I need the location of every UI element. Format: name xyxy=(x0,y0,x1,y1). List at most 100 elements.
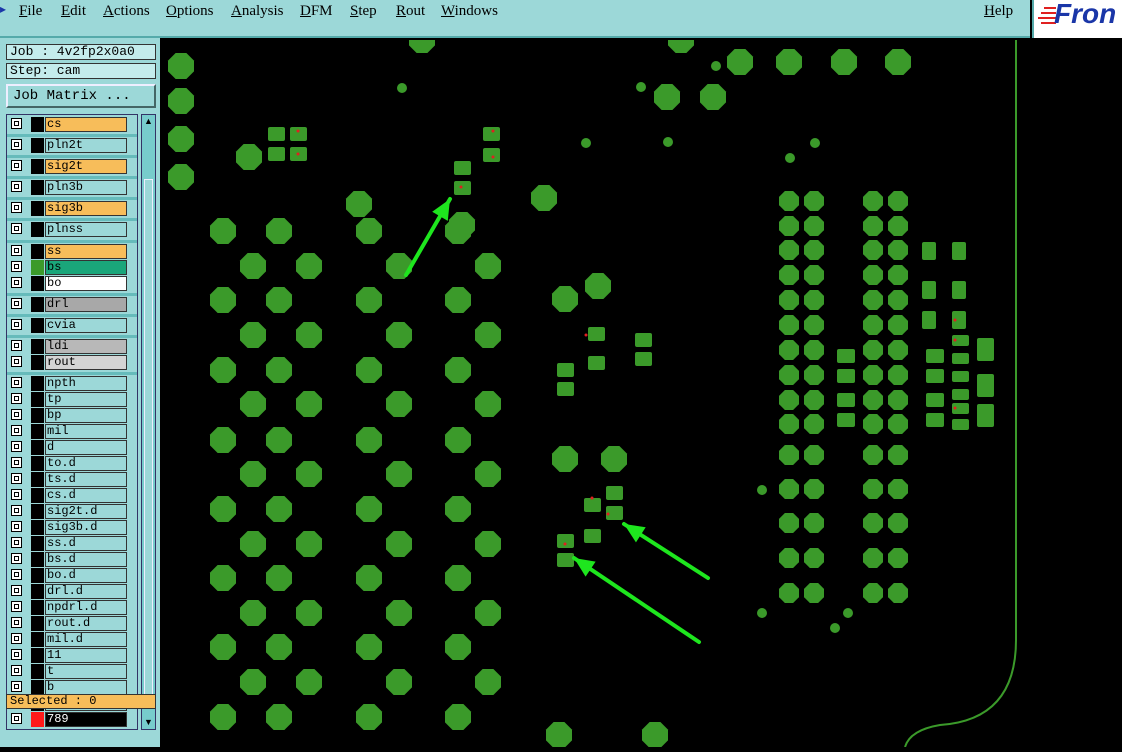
layer-name[interactable]: to.d xyxy=(45,456,127,471)
layer-color-swatch[interactable] xyxy=(31,201,44,216)
layer-row-789[interactable]: 789 xyxy=(7,712,137,727)
layer-color-swatch[interactable] xyxy=(31,244,44,259)
layer-row-d[interactable]: d xyxy=(7,440,137,455)
layer-row-bs[interactable]: bs xyxy=(7,260,137,275)
layer-row-npdrl-d[interactable]: npdrl.d xyxy=(7,600,137,615)
layer-checkbox[interactable] xyxy=(11,681,22,692)
layer-name[interactable]: cs xyxy=(45,117,127,132)
layer-row-to-d[interactable]: to.d xyxy=(7,456,137,471)
layer-row-cs-d[interactable]: cs.d xyxy=(7,488,137,503)
layer-name[interactable]: cs.d xyxy=(45,488,127,503)
layer-name[interactable]: mil.d xyxy=(45,632,127,647)
layer-checkbox[interactable] xyxy=(11,601,22,612)
layer-name[interactable]: sig3b.d xyxy=(45,520,127,535)
layer-row-sig2t-d[interactable]: sig2t.d xyxy=(7,504,137,519)
layer-checkbox[interactable] xyxy=(11,277,22,288)
layer-row-sig3b[interactable]: sig3b xyxy=(7,201,137,216)
layer-name[interactable]: npdrl.d xyxy=(45,600,127,615)
layer-checkbox[interactable] xyxy=(11,489,22,500)
layer-checkbox[interactable] xyxy=(11,649,22,660)
layer-name[interactable]: ldi xyxy=(45,339,127,354)
layer-checkbox[interactable] xyxy=(11,521,22,532)
layer-row-t[interactable]: t xyxy=(7,664,137,679)
layer-color-swatch[interactable] xyxy=(31,180,44,195)
scroll-down-icon[interactable]: ▼ xyxy=(143,717,154,728)
menu-dfm[interactable]: DFM xyxy=(300,3,333,20)
layer-name[interactable]: ss xyxy=(45,244,127,259)
layer-color-swatch[interactable] xyxy=(31,616,44,631)
layer-color-swatch[interactable] xyxy=(31,260,44,275)
layer-checkbox[interactable] xyxy=(11,713,22,724)
layer-checkbox[interactable] xyxy=(11,553,22,564)
layer-row-sig2t[interactable]: sig2t xyxy=(7,159,137,174)
layer-row-bo-d[interactable]: bo.d xyxy=(7,568,137,583)
layer-row-pln3b[interactable]: pln3b xyxy=(7,180,137,195)
layer-checkbox[interactable] xyxy=(11,356,22,367)
job-matrix-button[interactable]: Job Matrix ... xyxy=(6,84,156,108)
layer-row-b[interactable]: b xyxy=(7,680,137,695)
layer-color-swatch[interactable] xyxy=(31,712,44,727)
layer-row-rout-d[interactable]: rout.d xyxy=(7,616,137,631)
layer-checkbox[interactable] xyxy=(11,139,22,150)
layer-name[interactable]: bp xyxy=(45,408,127,423)
layer-name[interactable]: tp xyxy=(45,392,127,407)
layer-checkbox[interactable] xyxy=(11,202,22,213)
layer-name[interactable]: plnss xyxy=(45,222,127,237)
layer-row-npth[interactable]: npth xyxy=(7,376,137,391)
menu-file[interactable]: File xyxy=(19,3,42,20)
layer-checkbox[interactable] xyxy=(11,118,22,129)
graphics-canvas[interactable] xyxy=(160,27,1122,748)
layer-color-swatch[interactable] xyxy=(31,504,44,519)
layer-row-rout[interactable]: rout xyxy=(7,355,137,370)
layer-color-swatch[interactable] xyxy=(31,568,44,583)
pcb-view[interactable] xyxy=(160,27,1122,748)
layer-row-tp[interactable]: tp xyxy=(7,392,137,407)
layer-checkbox[interactable] xyxy=(11,181,22,192)
layer-checkbox[interactable] xyxy=(11,377,22,388)
layer-checkbox[interactable] xyxy=(11,617,22,628)
layer-color-swatch[interactable] xyxy=(31,355,44,370)
layer-name[interactable]: rout.d xyxy=(45,616,127,631)
layer-color-swatch[interactable] xyxy=(31,424,44,439)
menu-actions[interactable]: Actions xyxy=(103,3,150,20)
layer-color-swatch[interactable] xyxy=(31,472,44,487)
layer-name[interactable]: cvia xyxy=(45,318,127,333)
layer-name[interactable]: drl.d xyxy=(45,584,127,599)
layer-name[interactable]: ts.d xyxy=(45,472,127,487)
layer-color-swatch[interactable] xyxy=(31,276,44,291)
layer-name[interactable]: pln3b xyxy=(45,180,127,195)
layer-color-swatch[interactable] xyxy=(31,297,44,312)
layer-color-swatch[interactable] xyxy=(31,408,44,423)
layer-color-swatch[interactable] xyxy=(31,339,44,354)
layer-name[interactable]: pln2t xyxy=(45,138,127,153)
layer-checkbox[interactable] xyxy=(11,537,22,548)
layer-color-swatch[interactable] xyxy=(31,440,44,455)
layer-checkbox[interactable] xyxy=(11,298,22,309)
layer-color-swatch[interactable] xyxy=(31,159,44,174)
layer-row-11[interactable]: 11 xyxy=(7,648,137,663)
layer-name[interactable]: sig2t.d xyxy=(45,504,127,519)
layer-color-swatch[interactable] xyxy=(31,117,44,132)
layer-name[interactable]: 789 xyxy=(45,712,127,727)
menu-options[interactable]: Options xyxy=(166,3,214,20)
layer-name[interactable]: b xyxy=(45,680,127,695)
layer-name[interactable]: bo.d xyxy=(45,568,127,583)
layer-row-plnss[interactable]: plnss xyxy=(7,222,137,237)
layer-checkbox[interactable] xyxy=(11,409,22,420)
menu-rout[interactable]: Rout xyxy=(396,3,425,20)
layer-color-swatch[interactable] xyxy=(31,584,44,599)
layer-checkbox[interactable] xyxy=(11,505,22,516)
layer-row-mil-d[interactable]: mil.d xyxy=(7,632,137,647)
layer-name[interactable]: t xyxy=(45,664,127,679)
layer-row-ss[interactable]: ss xyxy=(7,244,137,259)
layer-checkbox[interactable] xyxy=(11,665,22,676)
layer-color-swatch[interactable] xyxy=(31,664,44,679)
layer-color-swatch[interactable] xyxy=(31,488,44,503)
layer-name[interactable]: ss.d xyxy=(45,536,127,551)
layer-color-swatch[interactable] xyxy=(31,632,44,647)
layer-checkbox[interactable] xyxy=(11,569,22,580)
layer-checkbox[interactable] xyxy=(11,585,22,596)
layer-color-swatch[interactable] xyxy=(31,376,44,391)
layer-name[interactable]: mil xyxy=(45,424,127,439)
layer-checkbox[interactable] xyxy=(11,261,22,272)
